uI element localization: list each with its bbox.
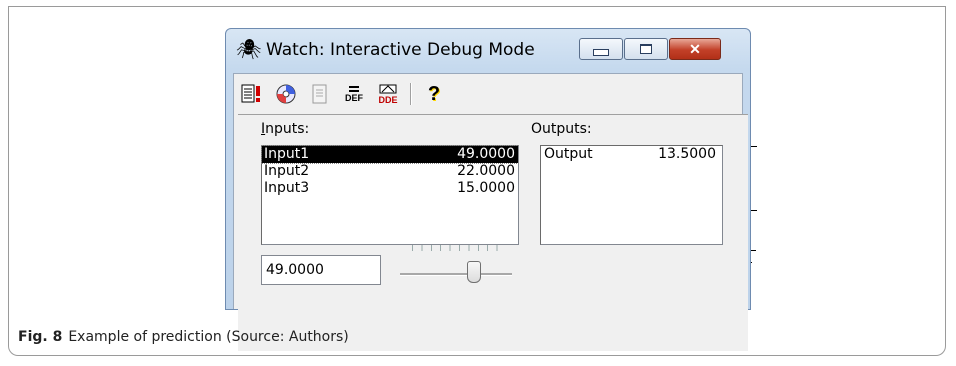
- window-title: Watch: Interactive Debug Mode: [266, 40, 535, 60]
- background-tick: [751, 146, 757, 147]
- list-item[interactable]: Input2 22.0000: [262, 163, 518, 180]
- maximize-button[interactable]: [624, 38, 668, 60]
- slider-track[interactable]: [400, 273, 512, 276]
- list-item[interactable]: Output 13.5000: [541, 146, 722, 163]
- minimize-button[interactable]: [579, 38, 623, 60]
- figure-number: Fig. 8: [18, 329, 63, 345]
- def-icon[interactable]: DEF: [342, 83, 366, 105]
- slider-ticks: [412, 245, 502, 251]
- slider-thumb[interactable]: [467, 261, 481, 283]
- input-name: Input1: [264, 146, 310, 162]
- dde-icon[interactable]: DDE: [376, 83, 400, 105]
- inputs-list[interactable]: Input1 49.0000 Input2 22.0000 Input3 15.…: [261, 145, 519, 245]
- close-button[interactable]: ✕: [669, 38, 721, 60]
- output-value: 13.5000: [658, 146, 716, 162]
- input-value: 15.0000: [457, 180, 515, 196]
- outputs-list[interactable]: Output 13.5000: [540, 145, 723, 245]
- value-slider[interactable]: [400, 241, 512, 289]
- client-area: DEF DDE ? Inputs: Outputs: Input1 49.000…: [233, 73, 748, 351]
- document-icon[interactable]: [308, 83, 332, 105]
- disc-icon[interactable]: [274, 83, 298, 105]
- close-icon: ✕: [689, 40, 701, 57]
- value-input[interactable]: 49.0000: [261, 255, 381, 285]
- input-value: 22.0000: [457, 163, 515, 179]
- list-item[interactable]: Input3 15.0000: [262, 180, 518, 197]
- outputs-label: Outputs:: [531, 121, 592, 137]
- help-icon[interactable]: ?: [422, 83, 446, 105]
- inputs-label: Inputs:: [261, 121, 310, 137]
- maximize-icon: [640, 44, 652, 54]
- output-name: Output: [544, 146, 593, 162]
- title-bar[interactable]: 🕷 Watch: Interactive Debug Mode ✕: [226, 29, 750, 73]
- watch-window: 🕷 Watch: Interactive Debug Mode ✕ DEF DD…: [225, 28, 751, 351]
- background-tick: [751, 262, 752, 263]
- toolbar-separator: [410, 83, 412, 105]
- background-axis: [751, 250, 756, 251]
- bug-icon: 🕷: [236, 39, 262, 61]
- watch-list-icon[interactable]: [240, 83, 264, 105]
- input-value: 49.0000: [457, 146, 515, 162]
- list-item[interactable]: Input1 49.0000: [261, 145, 519, 164]
- toolbar: DEF DDE ?: [240, 80, 446, 108]
- minimize-icon: [593, 48, 609, 56]
- figure-caption: Fig. 8 Example of prediction (Source: Aut…: [18, 329, 349, 345]
- background-tick: [751, 210, 757, 211]
- input-name: Input2: [264, 163, 310, 179]
- watch-panel: Inputs: Outputs: Input1 49.0000 Input2 2…: [238, 114, 748, 351]
- input-name: Input3: [264, 180, 310, 196]
- caption-text: Example of prediction (Source: Authors): [68, 329, 349, 345]
